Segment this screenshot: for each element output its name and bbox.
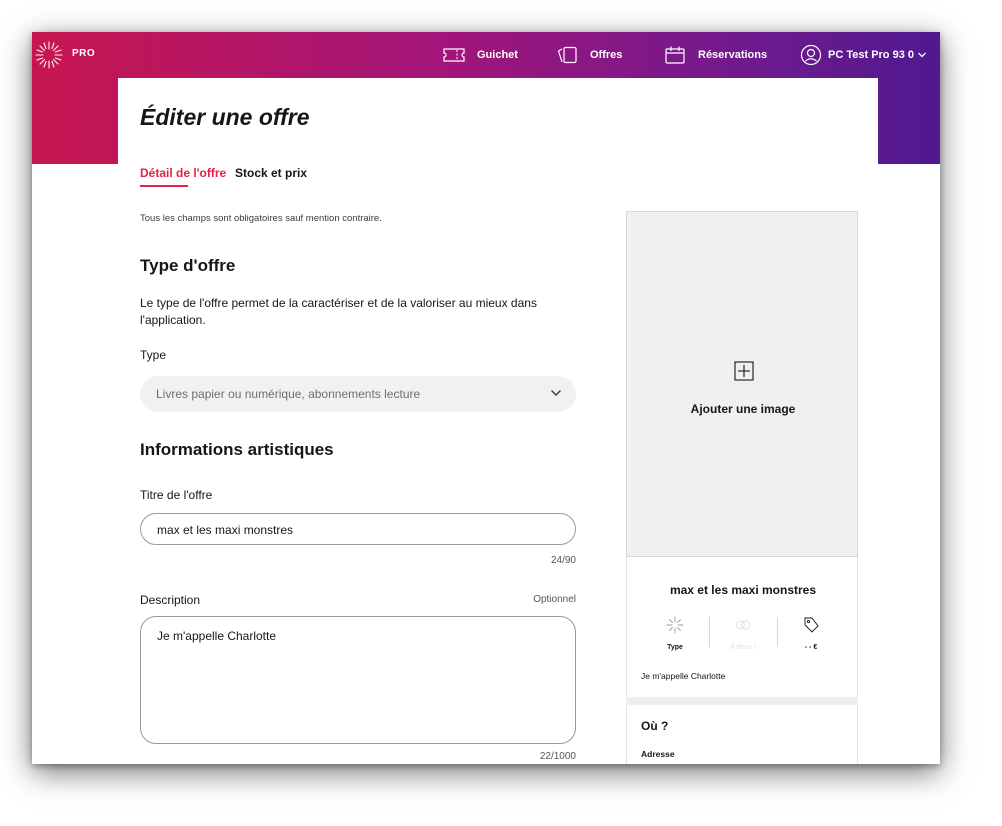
preview-duo-meta: À deux ! [713, 615, 773, 651]
address-label: Adresse [641, 749, 675, 759]
where-title: Où ? [641, 719, 669, 733]
chevron-down-icon [918, 52, 926, 58]
offer-title-label: Titre de l'offre [140, 488, 213, 502]
nav-reservations[interactable]: Réservations [664, 40, 767, 70]
offers-icon [557, 46, 577, 64]
price-tag-icon [804, 617, 819, 633]
nav-offres[interactable]: Offres [556, 40, 622, 70]
offer-preview: Ajouter une image max et les maxi monstr… [626, 211, 858, 764]
add-image-label: Ajouter une image [690, 402, 796, 416]
add-image-icon [734, 361, 754, 381]
user-menu-label: PC Test Pro 93 0 [828, 49, 914, 61]
offer-type-icon [666, 616, 684, 634]
calendar-icon [665, 46, 685, 64]
ticket-icon [443, 48, 465, 62]
pass-culture-logo-icon[interactable] [32, 38, 66, 72]
offer-type-description: Le type de l'offre permet de la caractér… [140, 296, 537, 327]
preview-type-label: Type [667, 644, 683, 651]
logo-text: PRO [72, 48, 96, 59]
offer-title-input[interactable]: max et les maxi monstres [140, 513, 576, 545]
description-char-counter: 22/1000 [539, 751, 576, 762]
duo-icon [736, 620, 750, 630]
preview-price-meta: - - € [781, 615, 841, 651]
artistic-info-heading: Informations artistiques [140, 440, 334, 459]
preview-price-label: - - € [804, 644, 818, 651]
preview-info: max et les maxi monstres Type À deux ! -… [626, 557, 858, 697]
offer-type-heading: Type d'offre [140, 256, 236, 275]
description-label: Description [140, 593, 201, 607]
meta-divider [777, 617, 778, 647]
description-textarea[interactable]: Je m'appelle Charlotte [140, 616, 576, 744]
preview-duo-label: À deux ! [730, 644, 756, 651]
offer-edit-card: Éditer une offre Détail de l'offre Stock… [118, 78, 878, 764]
active-tab-indicator [140, 185, 188, 187]
page-title: Éditer une offre [140, 104, 310, 130]
nav-guichet[interactable]: Guichet [443, 40, 518, 70]
type-select-value: Livres papier ou numérique, abonnements … [156, 387, 421, 401]
optional-badge: Optionnel [533, 594, 576, 605]
preview-section-divider [626, 697, 858, 705]
tab-offer-details[interactable]: Détail de l'offre [140, 166, 226, 180]
app-window: PRO Guichet Offres Réservations PC Test … [32, 32, 940, 764]
title-char-counter: 24/90 [550, 555, 576, 566]
add-image-dropzone[interactable]: Ajouter une image [626, 211, 858, 557]
tab-stock-and-price[interactable]: Stock et prix [235, 166, 307, 180]
required-fields-hint: Tous les champs sont obligatoires sauf m… [140, 213, 382, 224]
preview-title: max et les maxi monstres [669, 583, 817, 597]
user-menu[interactable]: PC Test Pro 93 0 [800, 40, 927, 70]
type-select[interactable]: Livres papier ou numérique, abonnements … [140, 376, 576, 412]
user-avatar-icon [800, 44, 822, 66]
type-label: Type [140, 348, 167, 362]
nav-reservations-label: Réservations [698, 49, 768, 61]
nav-guichet-label: Guichet [477, 49, 518, 61]
preview-where-section: Où ? Adresse [626, 705, 858, 764]
meta-divider [709, 617, 710, 647]
preview-type-meta: Type [645, 615, 705, 651]
preview-description: Je m'appelle Charlotte [641, 671, 726, 681]
chevron-down-icon [551, 390, 561, 396]
top-nav: PRO Guichet Offres Réservations PC Test … [32, 32, 940, 78]
nav-offres-label: Offres [590, 49, 623, 61]
